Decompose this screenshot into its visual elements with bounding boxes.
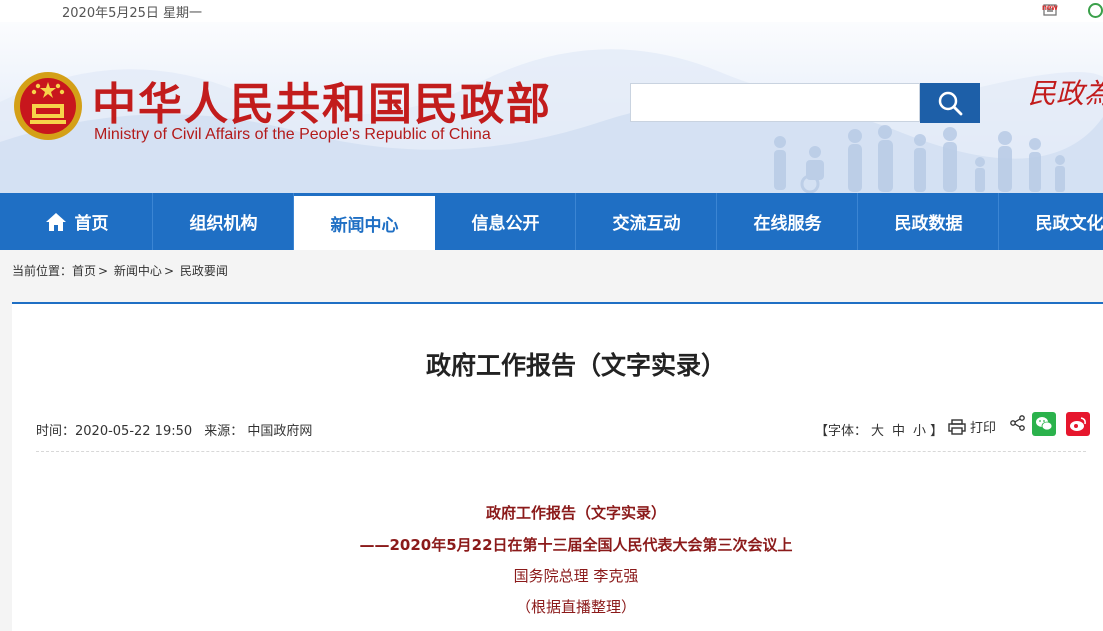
site-title[interactable]: 中华人民共和国民政部: [92, 68, 552, 132]
nav-item-label: 信息公开: [471, 214, 540, 234]
body-title: 政府工作报告（文字实录）: [485, 504, 666, 522]
article-meta: 时间：2020-05-22 19:50 来源： 中国政府网: [36, 420, 320, 439]
header-banner: 中华人民共和国民政部 Ministry of Civil Affairs of …: [0, 22, 1103, 193]
font-size-close: 】: [930, 424, 944, 439]
wechat-icon: [1036, 417, 1053, 431]
share-icon[interactable]: [1010, 415, 1026, 431]
publish-time: 时间：2020-05-22 19:50: [36, 424, 193, 439]
nav-item-interaction[interactable]: 交流互动: [576, 193, 717, 250]
app-icon[interactable]: [1088, 3, 1103, 18]
nav-item-label: 组织机构: [189, 214, 258, 234]
nav-item-info-disclosure[interactable]: 信息公开: [435, 193, 576, 250]
body-note: （根据直播整理）: [515, 598, 636, 616]
breadcrumb-prefix: 当前位置：: [12, 264, 73, 278]
weibo-share-button[interactable]: [1066, 412, 1090, 436]
font-size-label: 【字体：: [815, 424, 868, 439]
nav-item-news-center[interactable]: 新闻中心: [294, 193, 435, 250]
nav-item-culture[interactable]: 民政文化: [999, 193, 1103, 250]
article-title: 政府工作报告（文字实录）: [425, 351, 726, 380]
body-speaker: 国务院总理 李克强: [513, 567, 639, 585]
font-size-medium[interactable]: 中: [892, 424, 905, 439]
nav-item-home[interactable]: 首页: [0, 193, 153, 250]
nav-item-data[interactable]: 民政数据: [858, 193, 999, 250]
new-icon[interactable]: new: [1040, 2, 1062, 18]
breadcrumb-item-home[interactable]: 首页: [72, 264, 96, 278]
breadcrumb-item-news[interactable]: 民政要闻: [180, 264, 228, 278]
calligraphy-slogan: 民政為: [1028, 77, 1103, 110]
home-icon: [45, 212, 66, 231]
nav-item-organization[interactable]: 组织机构: [153, 193, 294, 250]
nav-item-label: 在线服务: [753, 214, 822, 234]
article-source: 来源： 中国政府网: [204, 424, 313, 439]
nav-item-label: 新闻中心: [330, 215, 399, 236]
search-icon: [938, 91, 963, 116]
weibo-icon: [1070, 417, 1086, 431]
nav-item-label: 首页: [74, 214, 109, 234]
nav-item-label: 民政数据: [894, 214, 963, 234]
print-label: 打印: [970, 421, 997, 436]
new-badge-text: new: [1042, 3, 1058, 12]
current-date: 2020年5月25日 星期一: [62, 6, 203, 21]
font-size-large[interactable]: 大: [871, 424, 884, 439]
printer-icon: [948, 418, 966, 435]
font-size-small[interactable]: 小: [913, 424, 926, 439]
print-button[interactable]: 打印: [948, 417, 996, 436]
people-silhouette-graphic: [774, 125, 1065, 193]
breadcrumb-item-news-center[interactable]: 新闻中心: [114, 264, 162, 278]
search-button[interactable]: [920, 83, 980, 123]
wechat-share-button[interactable]: [1032, 412, 1056, 436]
body-subtitle: ——2020年5月22日在第十三届全国人民代表大会第三次会议上: [359, 536, 793, 554]
national-emblem-icon: [14, 72, 82, 140]
meta-divider: [36, 451, 1086, 452]
font-size-selector: 【字体：大中小】: [815, 420, 943, 439]
main-nav: 首页 组织机构 新闻中心 信息公开 交流互动 在线服务 民政数据 民政文化: [0, 193, 1103, 250]
search-input[interactable]: [630, 83, 920, 122]
site-subtitle: Ministry of Civil Affairs of the People'…: [94, 126, 491, 143]
nav-item-label: 交流互动: [612, 214, 681, 234]
nav-item-online-service[interactable]: 在线服务: [717, 193, 858, 250]
article-panel: 政府工作报告（文字实录） 时间：2020-05-22 19:50 来源： 中国政…: [12, 304, 1103, 631]
nav-item-label: 民政文化: [1035, 214, 1103, 234]
top-bar: 2020年5月25日 星期一 new: [0, 0, 1103, 22]
breadcrumb: 当前位置：首页 > 新闻中心 > 民政要闻: [12, 264, 228, 278]
